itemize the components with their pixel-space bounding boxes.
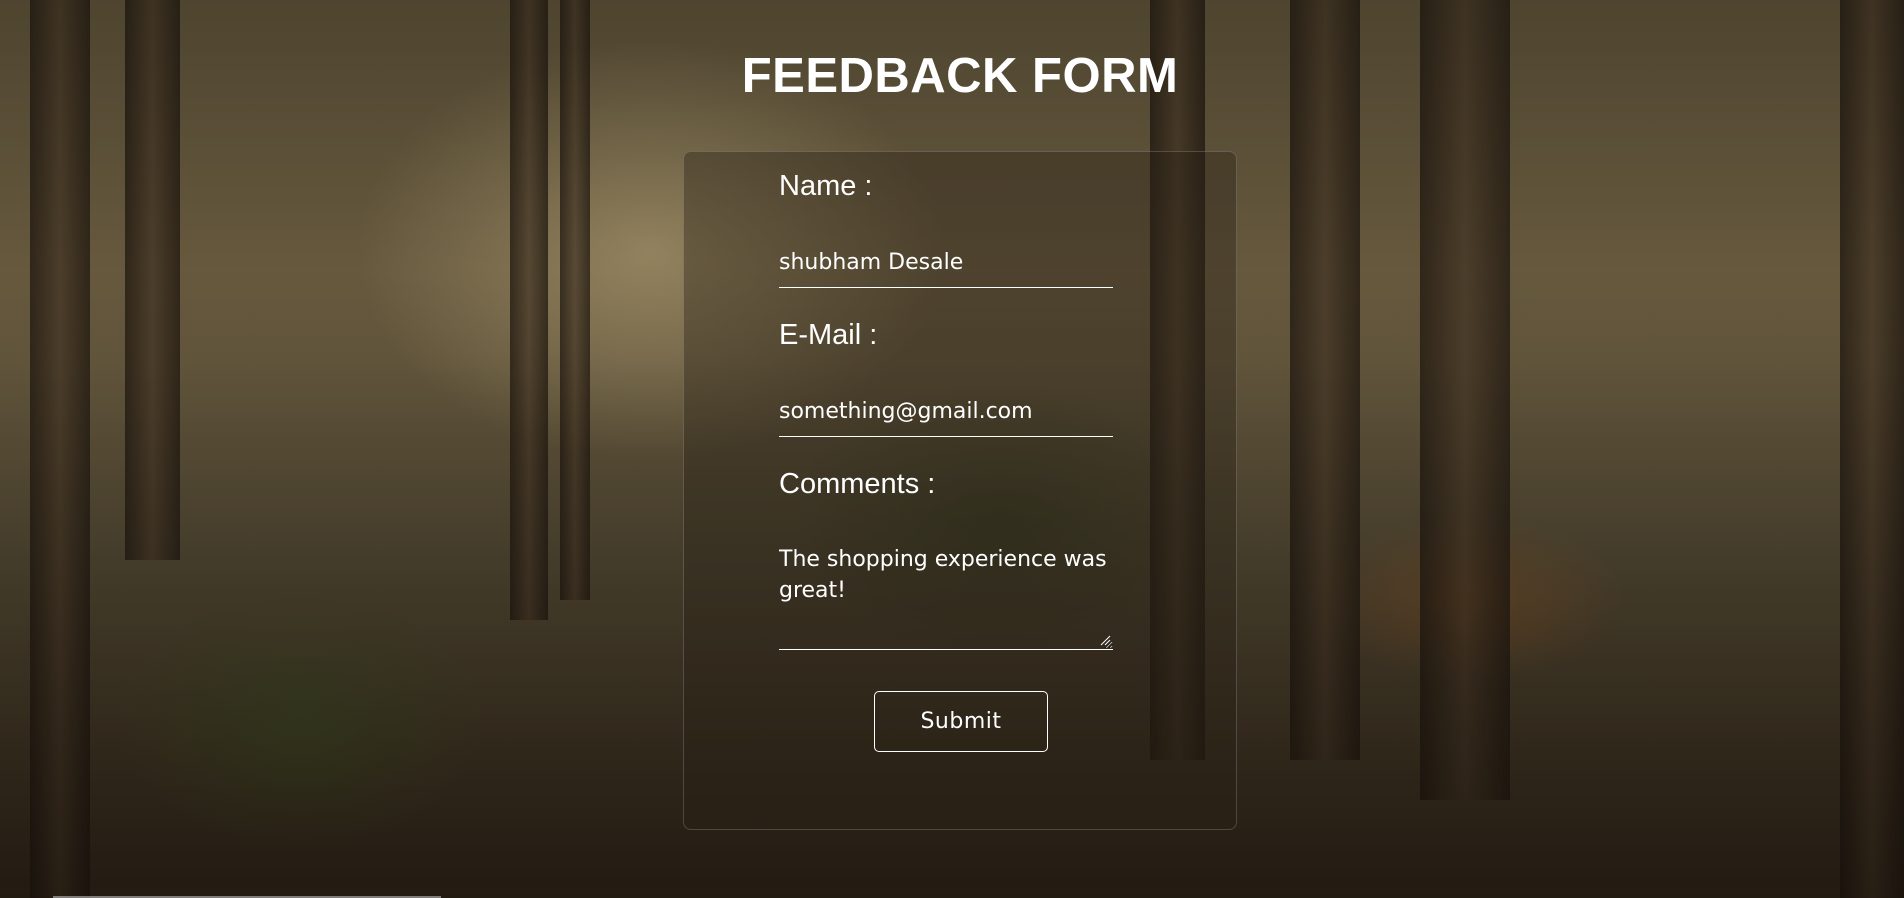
email-input[interactable] xyxy=(779,397,1113,437)
name-input[interactable] xyxy=(779,248,1113,288)
comments-textarea[interactable]: The shopping experience was great! xyxy=(779,544,1113,650)
resize-grip-icon[interactable] xyxy=(1100,635,1111,646)
submit-button[interactable]: Submit xyxy=(874,691,1048,752)
email-label: E-Mail : xyxy=(779,319,878,351)
feedback-form: Name : E-Mail : Comments : The shopping … xyxy=(683,151,1237,830)
comments-label: Comments : xyxy=(779,468,936,500)
page-title: FEEDBACK FORM xyxy=(741,49,1179,103)
name-label: Name : xyxy=(779,170,873,202)
